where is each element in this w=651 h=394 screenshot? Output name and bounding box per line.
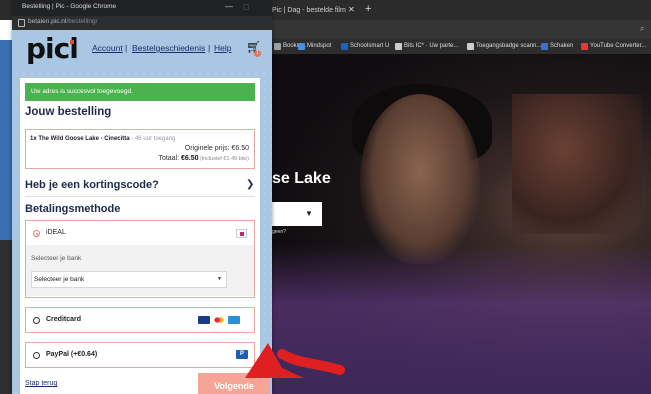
visa-icon [198, 316, 210, 324]
popup-window-title: Bestelling | Pic - Google Chrome [22, 3, 117, 10]
hero-title: se Lake [272, 170, 331, 187]
nav-help-link[interactable]: Help [214, 43, 231, 53]
order-summary: 1x The Wild Goose Lake - Cinecitta - 46 … [25, 129, 255, 169]
bookmark-item[interactable]: Bits IC* · Uw parte... [395, 40, 458, 52]
bookmark-icon [467, 42, 474, 50]
amex-icon [228, 316, 240, 324]
hero-car-window [512, 94, 642, 234]
cart-count-badge: 1 [254, 50, 261, 57]
paypal-label: PayPal (+€0.64) [46, 351, 98, 358]
bank-select-value: Selecteer je bank [34, 276, 85, 283]
bookmark-icon [581, 42, 588, 50]
divider [25, 196, 255, 197]
lock-icon [18, 19, 25, 27]
creditcard-radio[interactable] [33, 317, 40, 324]
hero-small-text: geen? [272, 229, 286, 235]
bookmark-icon [274, 42, 281, 50]
discount-code-toggle[interactable]: Heb je een kortingscode? [25, 179, 159, 191]
order-item: 1x The Wild Goose Lake - Cinecitta - 46 … [30, 136, 176, 142]
card-logos [198, 316, 240, 324]
paypal-radio[interactable] [33, 352, 40, 359]
order-total: Totaal: €6.50 (inclusief €1.49 btw) [158, 155, 249, 162]
bookmark-item[interactable]: Mindspot [298, 40, 331, 52]
hero-face [360, 94, 480, 264]
success-alert: Uw adres is succesvol toegevoegd. [25, 83, 255, 101]
bookmark-item[interactable]: Schaken [541, 40, 573, 52]
payment-option-creditcard[interactable]: Creditcard [25, 307, 255, 333]
mastercard-icon [213, 316, 225, 324]
movie-hero-image: se Lake ▼ geen? [272, 54, 651, 394]
popup-url[interactable]: betalen.pic.nl/bestelling/ [28, 18, 97, 25]
chevron-down-icon: ▼ [305, 209, 313, 218]
next-button[interactable]: Volgende [198, 373, 270, 394]
chevron-down-icon[interactable]: ❯ [246, 179, 254, 190]
paypal-icon: P [236, 350, 248, 359]
payment-method-heading: Betalingsmethode [25, 203, 121, 215]
ideal-logo-icon [236, 229, 247, 238]
ideal-radio[interactable] [33, 230, 40, 237]
nav-account-link[interactable]: Account [92, 43, 123, 53]
nav-separator: | [208, 43, 211, 53]
hero-select[interactable] [272, 202, 322, 226]
bookmark-item[interactable]: Toegangsbadge scann... [467, 40, 541, 52]
original-price: Originele prijs: €6.50 [184, 145, 249, 152]
logo-dot [70, 40, 74, 44]
nav-separator: | [125, 43, 128, 53]
bookmark-item[interactable]: YouTube Converter... [581, 40, 646, 52]
background-address-bar[interactable] [272, 20, 651, 38]
bookmark-icon [541, 42, 548, 50]
back-link[interactable]: Stap terug [25, 380, 57, 387]
minimize-icon[interactable]: — [225, 2, 233, 11]
bank-select-label: Selecteer je bank [31, 255, 82, 262]
payment-option-paypal[interactable]: PayPal (+€0.64) P [25, 342, 255, 368]
checkout-page: picl Account | Bestelgeschiedenis | Help… [12, 30, 272, 394]
site-header: picl Account | Bestelgeschiedenis | Help… [12, 30, 272, 70]
bookmark-icon [395, 42, 402, 50]
creditcard-label: Creditcard [46, 316, 82, 323]
checkout-card: Uw adres is succesvol toegevoegd. Jouw b… [20, 78, 270, 394]
pic-logo[interactable]: picl [26, 32, 79, 65]
new-tab-icon[interactable]: + [365, 3, 371, 15]
popup-window: Bestelling | Pic - Google Chrome — ▢ bet… [12, 0, 272, 394]
order-heading: Jouw bestelling [25, 106, 112, 118]
bookmark-icon [298, 42, 305, 50]
hero-purple-overlay [272, 244, 651, 394]
ideal-label: iDEAL [46, 229, 66, 236]
search-icon[interactable]: ⌕ [640, 24, 644, 34]
nav-order-history-link[interactable]: Bestelgeschiedenis [132, 43, 205, 53]
chevron-down-icon: ▼ [217, 276, 222, 282]
bookmark-item[interactable]: Schoolsmart U [341, 40, 389, 52]
close-tab-icon[interactable]: ✕ [348, 5, 355, 14]
payment-option-ideal[interactable]: iDEAL Selecteer je bank Selecteer je ban… [25, 220, 255, 298]
maximize-icon[interactable]: ▢ [243, 3, 250, 11]
bank-select-panel: Selecteer je bank Selecteer je bank ▼ [26, 245, 254, 296]
bookmark-icon [341, 42, 348, 50]
